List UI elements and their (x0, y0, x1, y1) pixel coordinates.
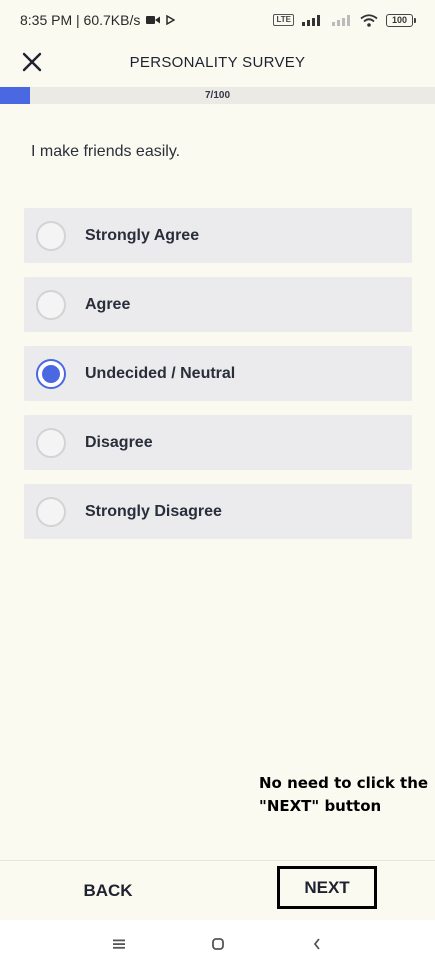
answer-option[interactable]: Strongly Disagree (24, 484, 412, 539)
status-right: LTE 100 (273, 13, 416, 27)
battery-icon: 100 (386, 13, 416, 27)
answer-option[interactable]: Agree (24, 277, 412, 332)
system-nav-bar (0, 920, 435, 967)
answer-option[interactable]: Disagree (24, 415, 412, 470)
play-icon (166, 15, 176, 25)
answer-option-label: Agree (85, 295, 131, 313)
answer-option-label: Strongly Disagree (85, 502, 222, 520)
footer: BACK NEXT (0, 860, 435, 920)
signal-weak-icon (332, 14, 352, 26)
instruction-note: No need to click the "NEXT" button (259, 774, 429, 815)
signal-icon (302, 14, 324, 26)
wifi-icon (360, 13, 378, 27)
home-icon (212, 938, 224, 950)
answer-option[interactable]: Strongly Agree (24, 208, 412, 263)
home-button[interactable] (208, 934, 228, 954)
question-text: I make friends easily. (31, 143, 181, 160)
close-icon (22, 52, 42, 72)
answer-option-label: Strongly Agree (85, 226, 200, 244)
radio-dot (42, 364, 60, 383)
status-left: 8:35 PM | 60.7KB/s (20, 12, 176, 28)
back-icon (313, 938, 320, 950)
menu-button[interactable] (109, 934, 129, 954)
answer-option-label: Disagree (85, 433, 153, 451)
progress-bar: 7/100 (0, 87, 435, 104)
progress-label: 7/100 (204, 90, 231, 101)
next-button[interactable]: NEXT (277, 866, 377, 909)
page-title: PERSONALITY SURVEY (129, 53, 306, 71)
status-time-speed: 8:35 PM | 60.7KB/s (20, 12, 141, 28)
radio-unchecked[interactable] (36, 220, 66, 251)
app-header: PERSONALITY SURVEY (0, 40, 435, 84)
lte-badge: LTE (273, 14, 294, 26)
close-button[interactable] (18, 48, 46, 76)
answer-options: Strongly Agree Agree Undecided / Neutral Di… (24, 208, 412, 553)
radio-unchecked[interactable] (36, 427, 66, 458)
screen: 8:35 PM | 60.7KB/s LTE 100 PERSONALITY S… (0, 0, 435, 967)
answer-option-label: Undecided / Neutral (85, 364, 236, 382)
radio-unchecked[interactable] (36, 496, 66, 527)
system-back-button[interactable] (307, 934, 327, 954)
video-camera-icon (146, 15, 161, 25)
menu-icon (113, 939, 125, 949)
answer-option[interactable]: Undecided / Neutral (24, 346, 412, 401)
status-bar: 8:35 PM | 60.7KB/s LTE 100 (0, 0, 435, 40)
radio-checked[interactable] (36, 358, 66, 389)
back-button[interactable]: BACK (78, 876, 138, 906)
radio-unchecked[interactable] (36, 289, 66, 320)
